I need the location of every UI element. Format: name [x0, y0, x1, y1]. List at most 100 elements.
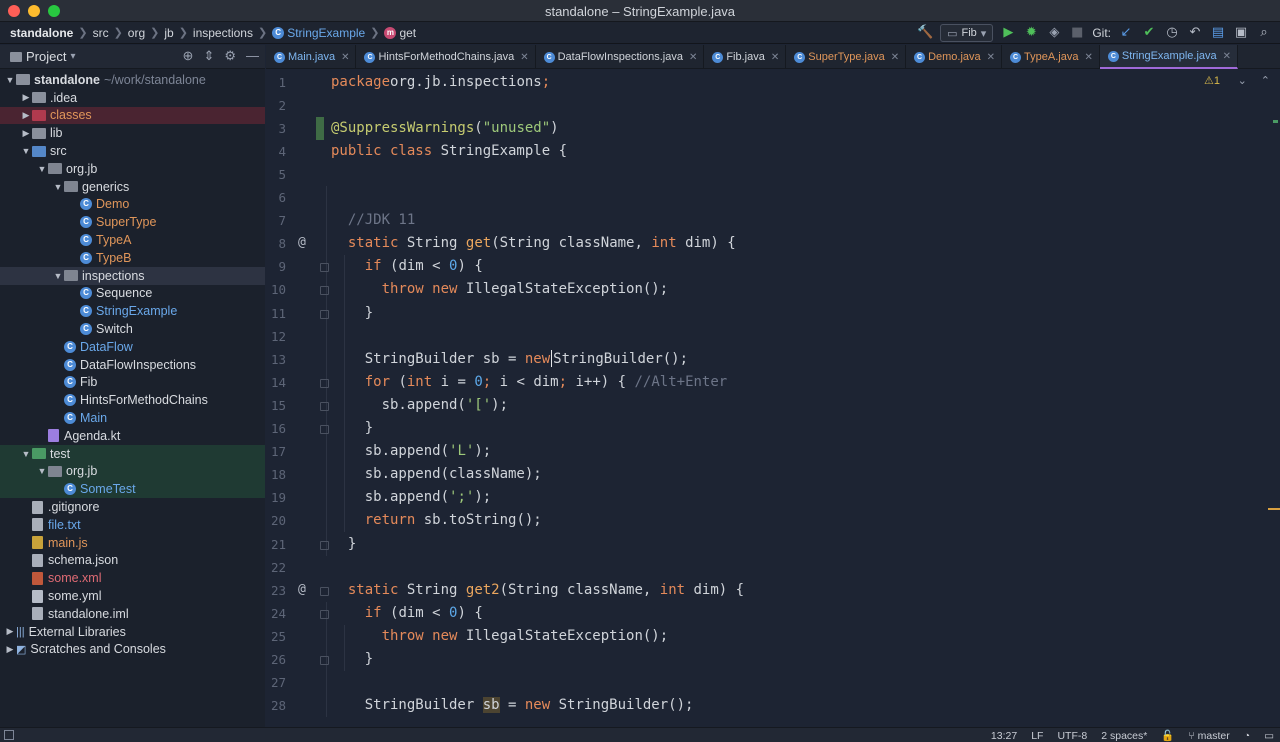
code-line[interactable]: packageorg.jb.inspections;	[331, 71, 550, 94]
line-number[interactable]: 3	[266, 121, 286, 136]
fold-marker-icon[interactable]	[320, 401, 329, 411]
tree-item[interactable]: C DataFlowInspections	[0, 356, 265, 374]
tree-item[interactable]: ▼ inspections	[0, 266, 265, 285]
hide-panel-icon[interactable]: —	[246, 48, 259, 64]
editor-tab[interactable]: C StringExample.java ✕	[1099, 45, 1239, 69]
run-configuration-select[interactable]: ▭ Fib ▾	[940, 24, 994, 42]
tree-item[interactable]: ▼ generics	[0, 178, 265, 196]
project-view-selector[interactable]: Project ▾	[0, 49, 76, 64]
override-marker-icon[interactable]: @	[298, 235, 306, 250]
expand-arrow-icon[interactable]: ▼	[20, 146, 32, 156]
tree-item[interactable]: ▶ ||| External Libraries	[0, 623, 265, 641]
expand-arrow-icon[interactable]: ▼	[36, 466, 48, 476]
code-line[interactable]: if (dim < 0) {	[331, 255, 483, 278]
event-log-icon[interactable]: ▭	[1264, 730, 1274, 742]
git-commit-icon[interactable]: ✔	[1141, 25, 1157, 41]
line-number[interactable]: 27	[266, 675, 286, 690]
line-number[interactable]: 12	[266, 329, 286, 344]
line-number[interactable]: 16	[266, 421, 286, 436]
editor-gutter[interactable]: 1 2 3 4 5 6 7 8 @9 10 11 12 13 14 15 16 17 18 19 20 21 22 23 @2…	[266, 70, 326, 727]
gear-icon[interactable]: ⚙	[224, 48, 236, 64]
fold-marker-icon[interactable]	[320, 656, 329, 665]
fold-marker-icon[interactable]	[320, 378, 329, 388]
line-number[interactable]: 14	[266, 375, 286, 390]
editor-tab[interactable]: C Main.java ✕	[266, 45, 357, 69]
tool-windows-toggle-icon[interactable]	[4, 730, 14, 740]
expand-arrow-icon[interactable]: ▼	[20, 449, 32, 459]
tree-item[interactable]: schema.json	[0, 552, 265, 570]
editor-tab[interactable]: C DataFlowInspections.java ✕	[536, 45, 705, 69]
search-icon[interactable]: ⌕	[1256, 25, 1272, 41]
git-rollback-icon[interactable]: ↶	[1187, 25, 1203, 41]
line-number[interactable]: 10	[266, 282, 286, 297]
line-number[interactable]: 19	[266, 490, 286, 505]
line-number[interactable]: 23	[266, 583, 286, 598]
fold-marker-icon[interactable]	[320, 286, 329, 296]
code-line[interactable]: static String get2(String className, int…	[331, 579, 744, 602]
breadcrumb-item[interactable]: jb	[164, 26, 173, 40]
editor-tab[interactable]: C TypeA.java ✕	[1002, 45, 1100, 69]
tree-item[interactable]: ▼ org.jb	[0, 160, 265, 178]
code-line[interactable]: public class StringExample {	[331, 140, 567, 163]
close-tab-icon[interactable]: ✕	[689, 52, 697, 63]
tree-item[interactable]: C Fib	[0, 374, 265, 392]
line-number[interactable]: 17	[266, 444, 286, 459]
code-line[interactable]: }	[331, 533, 356, 556]
breadcrumb-item[interactable]: get	[399, 26, 416, 40]
inspection-profile-icon[interactable]: ◔	[1244, 730, 1250, 742]
code-line[interactable]: sb.append('[');	[331, 394, 508, 417]
tree-item[interactable]: ▶ .idea	[0, 89, 265, 107]
fold-marker-icon[interactable]	[320, 425, 329, 434]
code-line[interactable]: return sb.toString();	[331, 509, 542, 532]
tree-item[interactable]: main.js	[0, 534, 265, 552]
expand-arrow-icon[interactable]: ▼	[4, 75, 16, 85]
tree-item[interactable]: C SuperType	[0, 213, 265, 231]
code-line[interactable]: sb.append(className);	[331, 463, 542, 486]
line-number[interactable]: 8	[266, 236, 286, 251]
tree-item[interactable]: C TypeA	[0, 231, 265, 249]
build-icon[interactable]: 🔨	[917, 25, 933, 41]
close-tab-icon[interactable]: ✕	[771, 52, 779, 63]
collapse-all-icon[interactable]: ⇕	[203, 48, 214, 64]
line-number[interactable]: 2	[266, 98, 286, 113]
line-number[interactable]: 15	[266, 398, 286, 413]
terminal-icon[interactable]: ▣	[1233, 25, 1249, 41]
line-number[interactable]: 20	[266, 513, 286, 528]
expand-arrow-icon[interactable]: ▼	[52, 182, 64, 192]
line-number[interactable]: 11	[266, 306, 286, 321]
line-number[interactable]: 26	[266, 652, 286, 667]
expand-arrow-icon[interactable]: ▼	[36, 164, 48, 174]
line-number[interactable]: 4	[266, 144, 286, 159]
tree-item[interactable]: some.yml	[0, 587, 265, 605]
code-line[interactable]: }	[331, 417, 373, 440]
close-tab-icon[interactable]: ✕	[987, 52, 995, 63]
run-icon[interactable]: ▶	[1000, 25, 1016, 41]
line-number[interactable]: 9	[266, 259, 286, 274]
code-line[interactable]: }	[331, 648, 373, 671]
inspection-warnings-indicator[interactable]: ⚠1	[1204, 74, 1220, 87]
tree-item[interactable]: some.xml	[0, 569, 265, 587]
close-tab-icon[interactable]: ✕	[891, 52, 899, 63]
coverage-icon[interactable]: ◈	[1046, 25, 1062, 41]
breadcrumb-item[interactable]: org	[128, 26, 145, 40]
tree-item[interactable]: ▶ ◩ Scratches and Consoles	[0, 641, 265, 659]
tree-item[interactable]: ▼ test	[0, 444, 265, 463]
line-separator[interactable]: LF	[1031, 730, 1043, 742]
tree-item[interactable]: ▶ lib	[0, 124, 265, 142]
code-line[interactable]: if (dim < 0) {	[331, 602, 483, 625]
code-line[interactable]: sb.append(';');	[331, 486, 491, 509]
line-number[interactable]: 28	[266, 698, 286, 713]
locate-icon[interactable]: ⊕	[183, 48, 194, 64]
git-update-icon[interactable]: ↙	[1118, 25, 1134, 41]
fold-marker-icon[interactable]	[320, 586, 329, 596]
tree-item[interactable]: C SomeTest	[0, 480, 265, 499]
tree-item[interactable]: standalone.iml	[0, 605, 265, 623]
tree-item[interactable]: C StringExample	[0, 302, 265, 320]
code-line[interactable]: static String get(String className, int …	[331, 232, 736, 255]
tree-item[interactable]: ▶ classes	[0, 106, 265, 125]
line-number[interactable]: 24	[266, 606, 286, 621]
fold-marker-icon[interactable]	[320, 609, 329, 619]
tree-item[interactable]: ▼ org.jb	[0, 462, 265, 481]
breadcrumb-item[interactable]: standalone	[10, 26, 73, 40]
tree-item[interactable]: C TypeB	[0, 249, 265, 267]
